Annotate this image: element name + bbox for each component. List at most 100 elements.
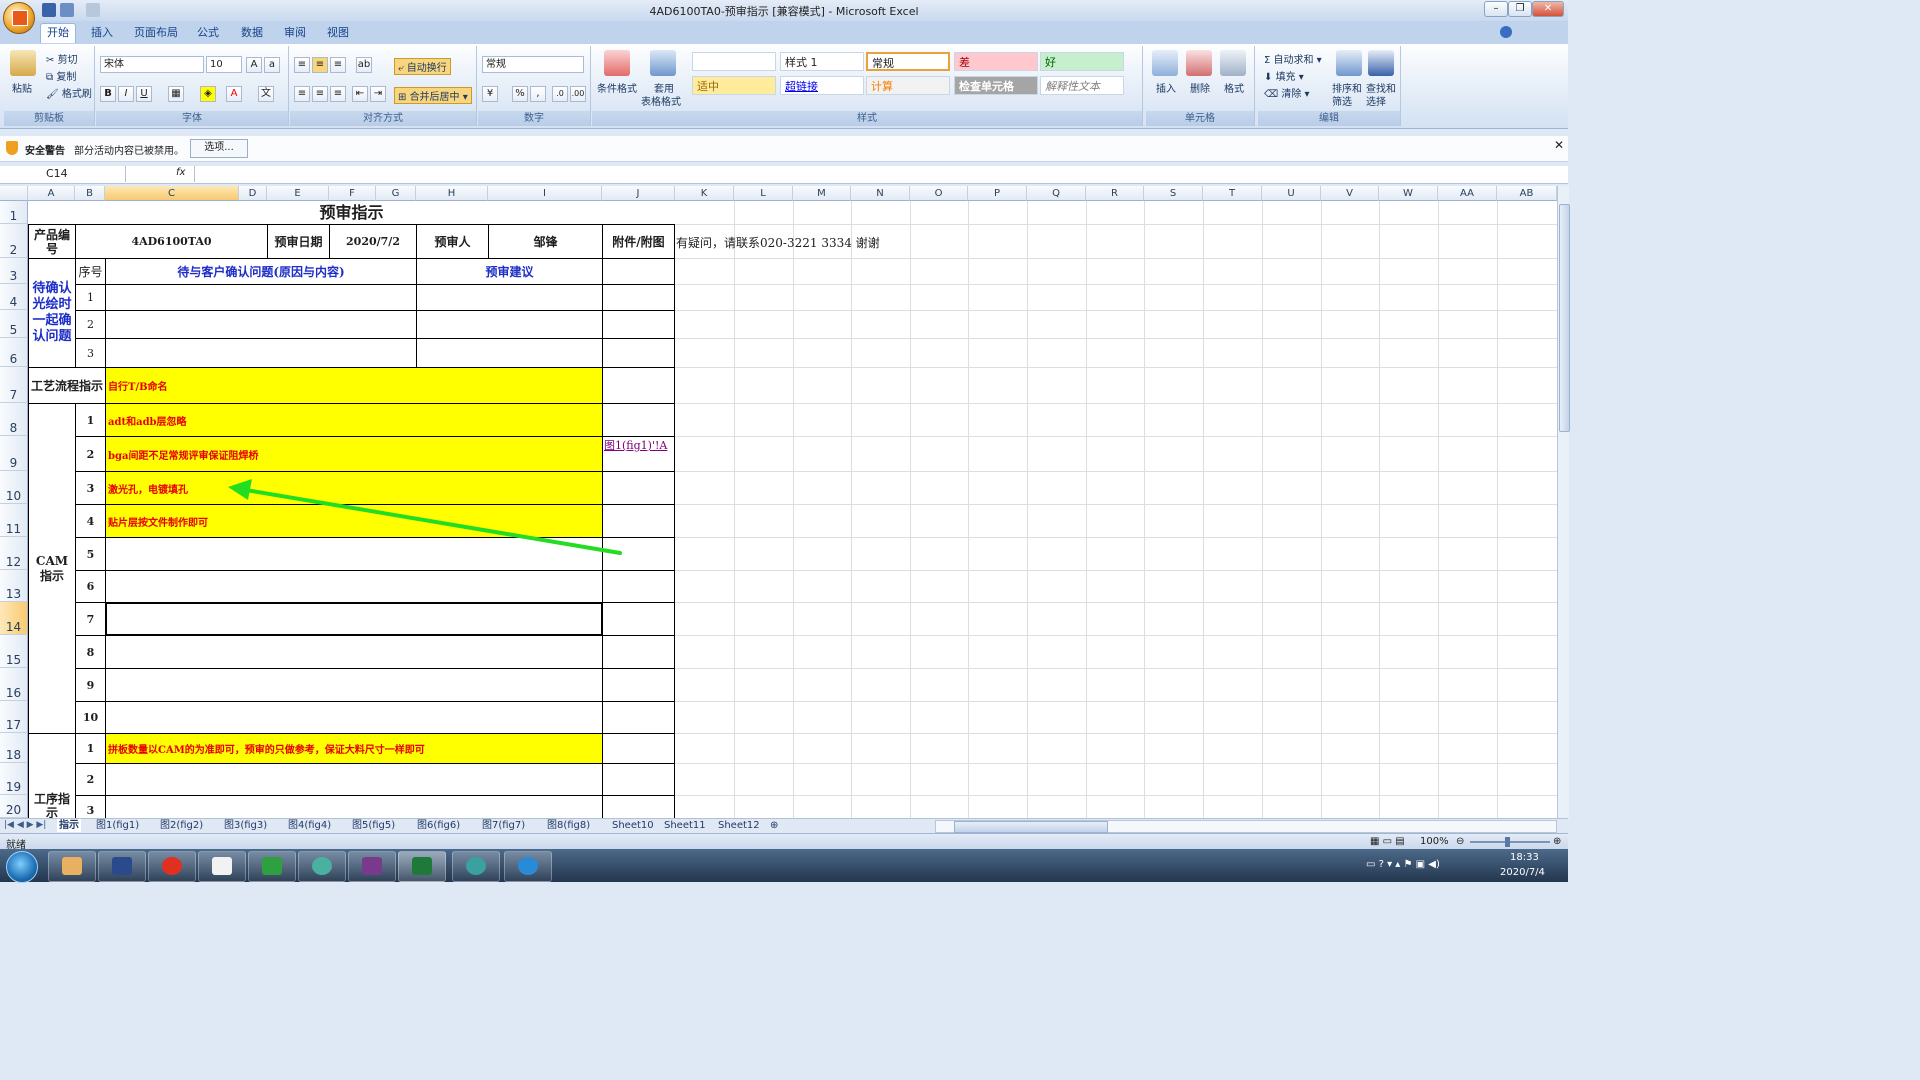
font-name-combo[interactable]: 宋体 [100,56,204,73]
paste-button[interactable]: 粘贴 [12,80,32,95]
delete-cells-button[interactable]: 删除 [1190,80,1210,95]
align-middle-icon[interactable]: ≡ [312,57,328,73]
style-calculation[interactable]: 计算 [866,76,950,95]
format-painter-button[interactable]: 🖌 格式刷 [46,85,92,100]
sheet-tab[interactable]: Sheet11 [662,819,708,832]
grow-font-icon[interactable]: A [246,57,262,73]
fill-button[interactable]: ⬇ 填充 ▾ [1264,68,1304,83]
taskbar-excel[interactable] [398,851,446,882]
style-check-cell[interactable]: 检查单元格 [954,76,1038,95]
cut-button[interactable]: ✂ 剪切 [46,51,78,66]
underline-button[interactable]: U [136,86,152,102]
border-icon[interactable]: ▦ [168,86,184,102]
align-bottom-icon[interactable]: ≡ [330,57,346,73]
increase-decimal-icon[interactable]: .0 [552,86,568,102]
sheet-tab[interactable]: 图2(fig2) [158,819,205,832]
style-blank[interactable] [692,52,776,71]
restore-button[interactable]: ❐ [1508,1,1532,17]
style-1[interactable]: 样式 1 [780,52,864,71]
zoom-level[interactable]: 100% [1420,836,1449,847]
tab-formulas[interactable]: 公式 [191,24,225,43]
style-explanatory[interactable]: 解释性文本 [1040,76,1124,95]
style-normal[interactable]: 常规 [866,52,950,71]
wrap-text-button[interactable]: ⤶ 自动换行 [394,58,451,75]
sheet-tab[interactable]: Sheet10 [610,819,656,832]
hscroll-thumb[interactable] [954,821,1108,833]
bold-button[interactable]: B [100,86,116,102]
delete-cells-icon[interactable] [1186,50,1212,76]
conditional-format-button[interactable]: 条件格式 [597,80,637,95]
orientation-icon[interactable]: ab [356,57,372,73]
minimize-button[interactable]: – [1484,1,1508,17]
security-options-button[interactable]: 选项... [190,139,248,158]
format-cells-icon[interactable] [1220,50,1246,76]
align-top-icon[interactable]: ≡ [294,57,310,73]
sheet-nav-arrows-icon[interactable]: |◀ ◀ ▶ ▶| [4,820,46,830]
sort-filter-icon[interactable] [1336,50,1362,76]
sheet-tab[interactable]: Sheet12 [716,819,762,832]
italic-button[interactable]: I [118,86,134,102]
tab-insert[interactable]: 插入 [85,24,119,43]
percent-icon[interactable]: % [512,86,528,102]
align-right-icon[interactable]: ≡ [330,86,346,102]
sheet-tab[interactable]: 图7(fig7) [480,819,527,832]
merge-center-button[interactable]: ⊞ 合并后居中 ▾ [394,87,472,104]
zoom-slider-handle[interactable] [1505,837,1510,847]
style-good[interactable]: 好 [1040,52,1124,71]
taskbar-app[interactable] [48,851,96,882]
tab-view[interactable]: 视图 [321,24,355,43]
autosum-button[interactable]: Σ 自动求和 ▾ [1264,51,1322,66]
comma-icon[interactable]: , [530,86,546,102]
tray-icons[interactable]: ▭ ? ▾ ▴ ⚑ ▣ ◀) [1366,859,1440,870]
taskbar-app[interactable] [452,851,500,882]
clock-date[interactable]: 2020/7/4 [1500,867,1545,878]
phonetic-icon[interactable]: 文 [258,86,274,102]
sheet-tab[interactable]: 图4(fig4) [286,819,333,832]
font-size-combo[interactable]: 10 [206,56,242,73]
tab-home[interactable]: 开始 [40,23,76,43]
zoom-out-icon[interactable]: ⊖ [1456,836,1464,847]
taskbar-app[interactable] [148,851,196,882]
worksheet-grid[interactable]: A B C D E F G H I J K L M N O P Q R S T … [0,186,1557,818]
number-format-combo[interactable]: 常规 [482,56,584,73]
style-hyperlink[interactable]: 超链接 [780,76,864,95]
style-bad[interactable]: 差 [954,52,1038,71]
decrease-decimal-icon[interactable]: .00 [570,86,586,102]
tab-data[interactable]: 数据 [235,24,269,43]
taskbar-app[interactable] [198,851,246,882]
insert-cells-button[interactable]: 插入 [1156,80,1176,95]
tab-review[interactable]: 审阅 [278,24,312,43]
style-neutral[interactable]: 适中 [692,76,776,95]
zoom-slider[interactable] [1470,841,1550,843]
align-left-icon[interactable]: ≡ [294,86,310,102]
sheet-tab[interactable]: 指示 [57,819,81,832]
help-icon[interactable] [1500,26,1512,38]
increase-indent-icon[interactable]: ⇥ [370,86,386,102]
paste-icon[interactable] [10,50,36,76]
taskbar-app[interactable] [298,851,346,882]
office-button[interactable] [3,2,35,34]
close-button[interactable]: ✕ [1532,1,1564,17]
horizontal-scrollbar[interactable] [935,820,1557,833]
clock-time[interactable]: 18:33 [1510,852,1539,863]
sheet-tab[interactable]: 图5(fig5) [350,819,397,832]
fill-color-icon[interactable]: ◈ [200,86,216,102]
decrease-indent-icon[interactable]: ⇤ [352,86,368,102]
sheet-tab[interactable]: 图6(fig6) [415,819,462,832]
conditional-format-icon[interactable] [604,50,630,76]
find-select-icon[interactable] [1368,50,1394,76]
taskbar-app[interactable] [248,851,296,882]
shrink-font-icon[interactable]: a [264,57,280,73]
font-color-icon[interactable]: A [226,86,242,102]
copy-button[interactable]: ⧉ 复制 [46,68,76,83]
currency-icon[interactable]: ¥ [482,86,498,102]
scroll-thumb[interactable] [1559,204,1570,432]
zoom-in-icon[interactable]: ⊕ [1553,836,1561,847]
insert-cells-icon[interactable] [1152,50,1178,76]
sheet-tab[interactable]: 图1(fig1) [94,819,141,832]
taskbar-app[interactable] [504,851,552,882]
formula-input[interactable] [194,166,1555,182]
fx-icon[interactable]: fx [176,167,185,178]
name-box[interactable]: C14 [2,166,126,182]
align-center-icon[interactable]: ≡ [312,86,328,102]
